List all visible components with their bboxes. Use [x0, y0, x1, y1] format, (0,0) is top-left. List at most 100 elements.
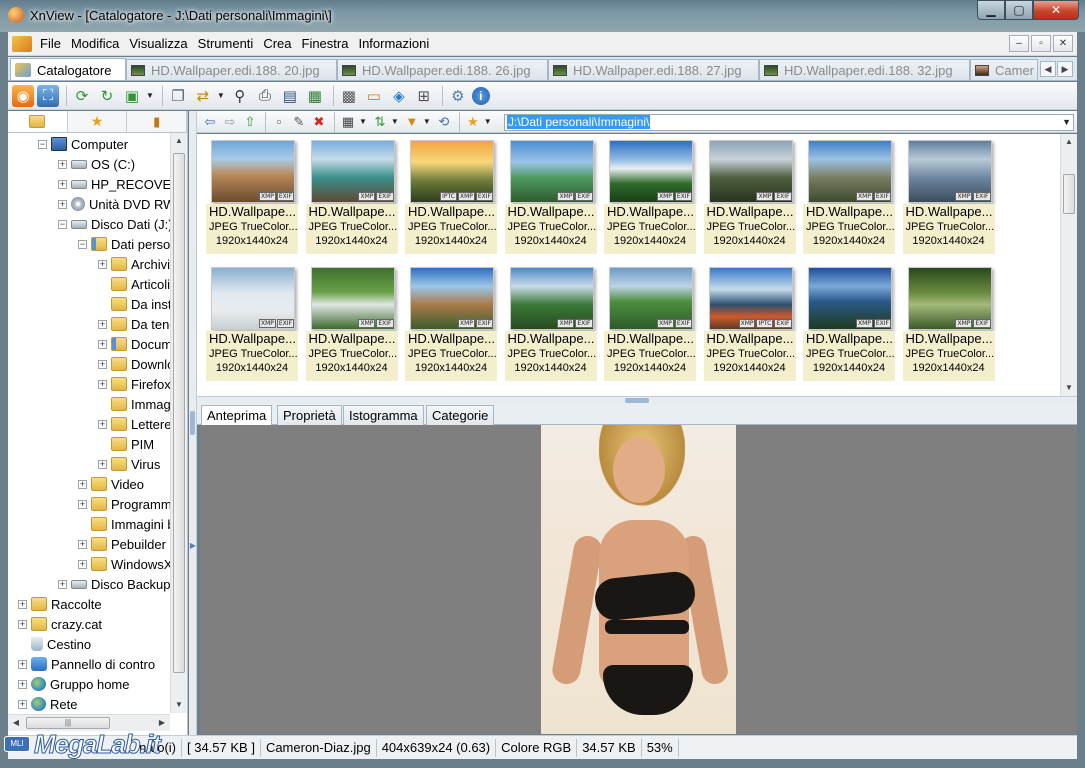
thumbnail-image[interactable]: XMP EXIF: [708, 140, 793, 203]
tab-wallpaper-32[interactable]: HD.Wallpaper.edi.188. 32.jpg: [759, 59, 970, 80]
folder-tree[interactable]: − Computer + OS (C:) + HP_RECOVERY + Unità DVD …: [8, 133, 170, 713]
capture-icon[interactable]: ▦: [304, 85, 326, 107]
tree-vertical-scrollbar[interactable]: ▲ ▼: [170, 133, 187, 713]
thumbnail-image[interactable]: XMP EXIF: [211, 267, 295, 330]
menu-file[interactable]: File: [35, 36, 66, 51]
tab-scroll-right-button[interactable]: ▶: [1057, 61, 1073, 77]
thumbnail-image[interactable]: XMP EXIF: [410, 267, 494, 330]
tab-folders[interactable]: [8, 111, 68, 132]
tree-node[interactable]: + Lettere: [98, 414, 170, 434]
tree-node[interactable]: + Archivio: [98, 254, 170, 274]
tree-node[interactable]: − Computer: [38, 134, 128, 154]
expand-icon[interactable]: +: [98, 459, 107, 469]
scroll-down-icon[interactable]: ▼: [1061, 380, 1077, 396]
tab-wallpaper-20[interactable]: HD.Wallpaper.edi.188. 20.jpg: [126, 59, 337, 80]
scroll-down-icon[interactable]: ▼: [171, 697, 187, 713]
thumbnail-item[interactable]: XMP EXIF HD.Wallpape... JPEG TrueColor... 19…: [504, 263, 597, 381]
catalog-icon[interactable]: [12, 35, 32, 52]
close-button[interactable]: ✕: [1033, 0, 1079, 20]
menu-strumenti[interactable]: Strumenti: [193, 36, 259, 51]
tree-node[interactable]: + Virus: [98, 454, 160, 474]
collapse-icon[interactable]: −: [38, 139, 47, 149]
mdi-close-button[interactable]: ✕: [1053, 35, 1073, 52]
expand-icon[interactable]: +: [98, 419, 107, 429]
thumbnail-image[interactable]: XMP EXIF: [310, 140, 395, 203]
tree-node[interactable]: − Dati person: [78, 234, 170, 254]
browser-vertical-scrollbar[interactable]: ▲ ▼: [1060, 134, 1077, 396]
tab-scroll-left-button[interactable]: ◀: [1040, 61, 1056, 77]
tab-anteprima[interactable]: Anteprima: [201, 405, 273, 426]
expand-icon[interactable]: +: [78, 499, 87, 509]
thumbnail-item[interactable]: XMP EXIF HD.Wallpape... JPEG TrueColor... 19…: [305, 263, 398, 381]
tree-node[interactable]: + OS (C:): [58, 154, 135, 174]
expand-icon[interactable]: +: [58, 159, 67, 169]
thumbnail-image[interactable]: XMP IPTC EXIF: [708, 267, 793, 330]
tab-proprieta[interactable]: Proprietà: [277, 405, 342, 425]
web-page-icon[interactable]: ▭: [363, 85, 385, 107]
gear-icon[interactable]: ⚙: [447, 85, 469, 107]
tree-node[interactable]: + Downlo: [98, 354, 170, 374]
scrollbar-thumb[interactable]: [173, 153, 185, 673]
expand-icon[interactable]: +: [18, 699, 27, 709]
chevron-down-icon[interactable]: ▼: [423, 117, 431, 126]
scroll-up-icon[interactable]: ▲: [1061, 134, 1077, 150]
tree-node[interactable]: Cestino: [18, 634, 91, 654]
thumbnail-image[interactable]: XMP EXIF: [808, 267, 892, 330]
forward-arrow-icon[interactable]: ⇨: [221, 113, 239, 131]
scrollbar-thumb[interactable]: [1063, 174, 1075, 214]
thumbnail-item[interactable]: IPTC XMP EXIF HD.Wallpape... JPEG TrueColor.…: [405, 136, 497, 254]
maximize-button[interactable]: ▢: [1005, 0, 1033, 20]
thumbnail-item[interactable]: XMP EXIF HD.Wallpape... JPEG TrueColor... 19…: [902, 263, 995, 381]
tree-node[interactable]: Da insta: [98, 294, 170, 314]
filter-icon[interactable]: ▼: [403, 113, 421, 131]
tree-node[interactable]: − Disco Dati (J:): [58, 214, 170, 234]
chevron-down-icon[interactable]: ▼: [1062, 115, 1071, 130]
scroll-up-icon[interactable]: ▲: [171, 133, 187, 149]
tab-categorie[interactable]: Categorie: [426, 405, 495, 425]
tree-node[interactable]: + HP_RECOVERY: [58, 174, 170, 194]
tree-node[interactable]: + Pannello di contro: [18, 654, 155, 674]
expand-icon[interactable]: +: [98, 379, 107, 389]
chevron-down-icon[interactable]: ▼: [391, 117, 399, 126]
convert-icon[interactable]: ⇄: [192, 85, 214, 107]
thumbnail-item[interactable]: XMP EXIF HD.Wallpape... JPEG TrueColor... 19…: [902, 136, 995, 254]
splitter-grip[interactable]: [190, 411, 195, 435]
chevron-down-icon[interactable]: ▼: [484, 117, 492, 126]
vertical-splitter[interactable]: [189, 111, 197, 735]
menu-informazioni[interactable]: Informazioni: [353, 36, 434, 51]
back-arrow-icon[interactable]: ⇦: [201, 113, 219, 131]
rename-icon[interactable]: ✎: [290, 113, 308, 131]
expand-icon[interactable]: +: [98, 339, 107, 349]
xnview-app-icon[interactable]: [8, 7, 24, 23]
tab-catalogatore[interactable]: Catalogatore: [10, 58, 126, 80]
tree-node[interactable]: + Da tene: [98, 314, 170, 334]
expand-icon[interactable]: +: [58, 199, 67, 209]
expand-icon[interactable]: +: [58, 579, 67, 589]
tree-node[interactable]: Articoli: [98, 274, 170, 294]
slideshow-icon[interactable]: ▣: [121, 85, 143, 107]
tree-node[interactable]: + Raccolte: [18, 594, 102, 614]
expand-icon[interactable]: +: [98, 359, 107, 369]
tree-node[interactable]: + Firefox: [98, 374, 170, 394]
thumbnail-item[interactable]: XMP EXIF HD.Wallpape... JPEG TrueColor... 19…: [604, 136, 696, 254]
thumbnail-item[interactable]: XMP IPTC EXIF HD.Wallpape... JPEG TrueColor.…: [703, 263, 796, 381]
expand-icon[interactable]: +: [18, 599, 27, 609]
tree-node[interactable]: + Programmi: [78, 494, 170, 514]
expand-icon[interactable]: +: [18, 659, 27, 669]
thumbnail-item[interactable]: XMP EXIF HD.Wallpape... JPEG TrueColor... 19…: [206, 136, 298, 254]
new-folder-icon[interactable]: ▫: [270, 113, 288, 131]
mdi-minimize-button[interactable]: –: [1009, 35, 1029, 52]
path-input[interactable]: J:\Dati personali\Immagini\ ▼: [504, 114, 1074, 131]
thumbnail-item[interactable]: XMP EXIF HD.Wallpape... JPEG TrueColor... 19…: [803, 136, 895, 254]
tree-node[interactable]: + Rete: [18, 694, 77, 713]
tree-node[interactable]: + Pebuilder: [78, 534, 166, 554]
tree-node[interactable]: + Unità DVD RW: [58, 194, 170, 214]
mdi-restore-button[interactable]: ▫: [1031, 35, 1051, 52]
path-text[interactable]: J:\Dati personali\Immagini\: [507, 115, 651, 129]
thumbnail-item[interactable]: XMP EXIF HD.Wallpape... JPEG TrueColor... 19…: [405, 263, 497, 381]
expand-icon[interactable]: +: [58, 179, 67, 189]
properties-icon[interactable]: ❐: [167, 85, 189, 107]
fullscreen-icon[interactable]: ⛶: [37, 84, 59, 107]
menu-modifica[interactable]: Modifica: [66, 36, 124, 51]
expand-icon[interactable]: +: [78, 559, 87, 569]
